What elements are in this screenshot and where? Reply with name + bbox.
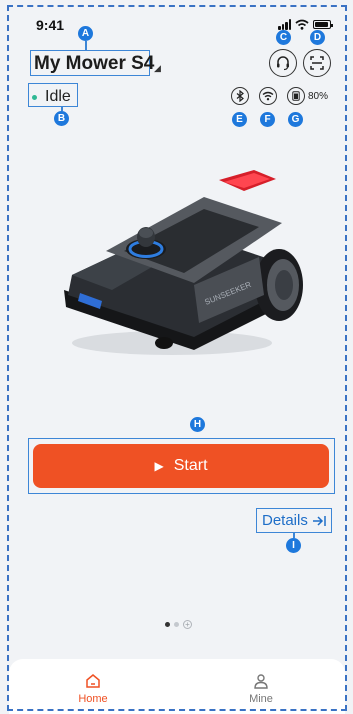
wifi-status-icon — [295, 19, 309, 30]
bottom-tab-bar: Home Mine — [9, 659, 345, 714]
annotation-badge-i: I — [286, 538, 301, 553]
wifi-status[interactable] — [259, 87, 277, 105]
headset-icon — [277, 56, 289, 71]
status-dot-icon — [32, 94, 37, 100]
annotation-badge-c: C — [276, 30, 291, 45]
annotation-badge-h: H — [190, 417, 205, 432]
mower-battery-status[interactable] — [287, 87, 305, 105]
annotation-badge-g: G — [288, 112, 303, 127]
system-status-icons — [278, 19, 333, 30]
annotation-badge-b: B — [54, 111, 69, 126]
home-icon — [86, 673, 100, 688]
add-device-icon[interactable]: + — [183, 620, 192, 629]
scan-button[interactable] — [303, 49, 331, 77]
tab-mine[interactable]: Mine — [177, 659, 345, 714]
device-selector-caret-icon[interactable]: ◢ — [154, 63, 161, 74]
tab-home[interactable]: Home — [9, 659, 177, 714]
start-button[interactable]: ▶ Start — [33, 444, 329, 488]
page-dot[interactable] — [174, 622, 179, 627]
mower-status: Idle — [32, 88, 71, 106]
play-icon: ▶ — [154, 459, 164, 473]
annotation-line-a — [85, 41, 87, 50]
status-text: Idle — [45, 88, 71, 105]
battery-icon — [292, 91, 300, 101]
arrow-right-icon — [312, 515, 326, 526]
support-button[interactable] — [269, 49, 297, 77]
page-indicator[interactable]: + — [165, 620, 192, 629]
bluetooth-icon — [236, 90, 244, 102]
bluetooth-status[interactable] — [231, 87, 249, 105]
wifi-icon — [262, 91, 274, 101]
device-name[interactable]: My Mower S4 — [34, 53, 154, 75]
user-icon — [254, 673, 268, 689]
start-button-label: Start — [173, 457, 208, 474]
annotation-badge-f: F — [260, 112, 275, 127]
page-dot[interactable] — [165, 622, 170, 627]
tab-mine-label: Mine — [249, 692, 273, 705]
phone-battery-icon — [313, 20, 333, 29]
scan-icon — [310, 56, 324, 70]
details-label: Details — [262, 512, 308, 529]
annotation-badge-a: A — [78, 26, 93, 41]
mower-image: SUNSEEKER — [54, 165, 306, 365]
details-link[interactable]: Details — [262, 512, 326, 529]
annotation-badge-d: D — [310, 30, 325, 45]
battery-percent: 80% — [308, 91, 329, 102]
annotation-badge-e: E — [232, 112, 247, 127]
cellular-signal-icon — [278, 19, 291, 30]
status-time: 9:41 — [36, 17, 65, 33]
tab-home-label: Home — [78, 692, 108, 705]
